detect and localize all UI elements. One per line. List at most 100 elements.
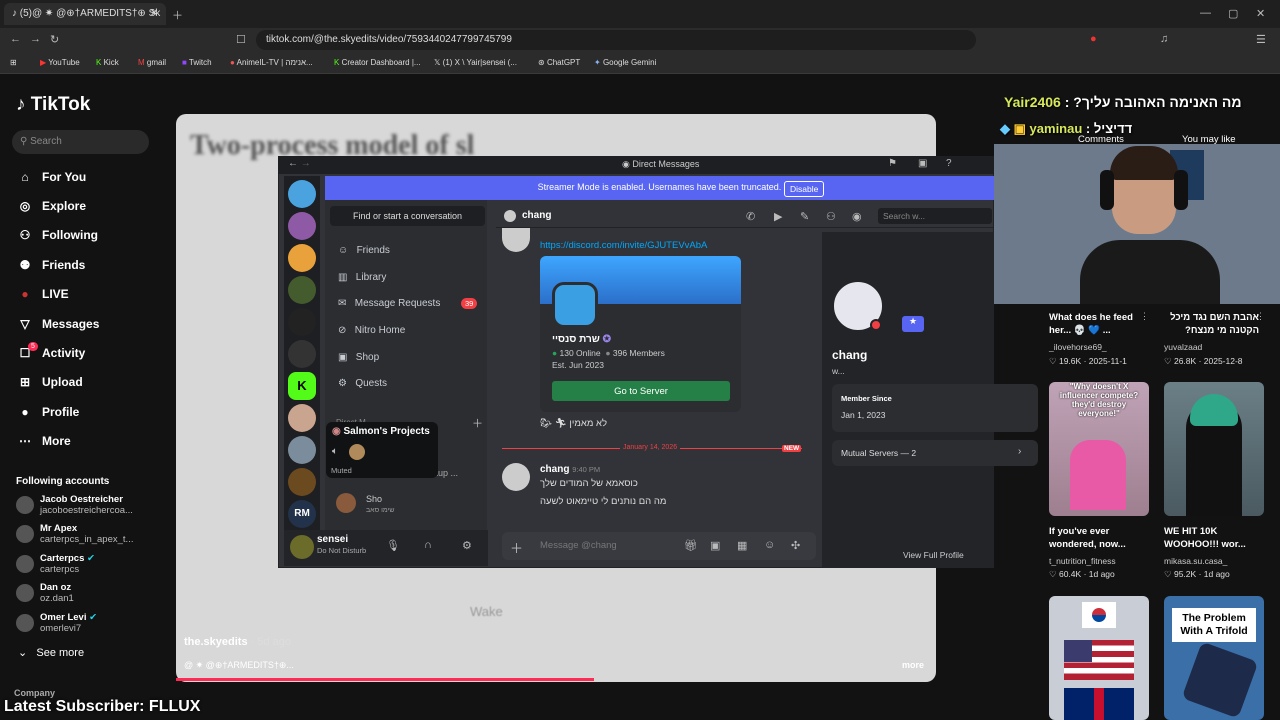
server-icon[interactable] [288, 308, 316, 336]
server-icon[interactable] [288, 180, 316, 208]
server-icon[interactable] [288, 212, 316, 240]
account-item[interactable]: Mr Apex carterpcs_in_apex_t... [16, 523, 133, 545]
nav-activity[interactable]: ☐ Activity [16, 346, 86, 360]
account-item[interactable]: Dan oz oz.dan1 [16, 582, 74, 604]
nav-live[interactable]: ● LIVE [16, 287, 68, 301]
extension-icon[interactable]: ● [1090, 33, 1097, 45]
video-progress[interactable] [176, 678, 594, 681]
new-tab-icon[interactable]: ＋ [172, 7, 183, 23]
window-icon[interactable]: ▣ [918, 158, 927, 169]
dm-quests[interactable]: ⚙ Quests [338, 378, 387, 389]
bookmark-creator[interactable]: K Creator Dashboard |... [334, 58, 421, 67]
go-to-server-button[interactable]: Go to Server [552, 381, 730, 401]
emoji-icon[interactable]: ☺ [764, 539, 775, 551]
minimize-icon[interactable]: — [1200, 7, 1211, 19]
more-options-icon[interactable]: ⋮ [1140, 311, 1149, 322]
maximize-icon[interactable]: ▢ [1228, 7, 1238, 20]
more-options-icon[interactable]: ⋮ [1256, 311, 1265, 322]
help-icon[interactable]: ? [946, 158, 952, 169]
bookmark-twitch[interactable]: ■ Twitch [182, 58, 212, 67]
search-input[interactable]: ⚲ Search [12, 130, 149, 154]
back-icon[interactable]: ← [10, 33, 21, 45]
video-more-button[interactable]: more [902, 660, 924, 670]
headphones-icon[interactable]: ∩ [424, 539, 432, 551]
discord-back-icon[interactable]: ← → [288, 158, 311, 169]
account-item[interactable]: Omer Levi ✔ omerlevi7 [16, 612, 97, 634]
feed-title[interactable]: WE HIT 10K WOOHOO!!! wor... [1164, 525, 1269, 551]
bookmark-youtube[interactable]: ▶ YouTube [40, 58, 80, 67]
disable-streamer-button[interactable]: Disable [784, 181, 825, 197]
gift-icon[interactable]: 🎁︎ [684, 539, 698, 552]
apps-icon[interactable]: ⊞ [10, 58, 17, 67]
add-dm-icon[interactable]: ＋ [472, 415, 483, 431]
media-icon[interactable]: ♫ [1160, 33, 1168, 45]
server-icon[interactable] [288, 468, 316, 496]
sticker-icon[interactable]: ▦ [737, 539, 747, 552]
bookmark-gemini[interactable]: ✦ Google Gemini [594, 58, 656, 67]
server-icon[interactable] [288, 244, 316, 272]
bookmark-animeil[interactable]: ● AnimeIL-TV | אנימה... [230, 58, 313, 67]
feed-user[interactable]: _ilovehorse69_ [1049, 342, 1107, 352]
view-full-profile-link[interactable]: View Full Profile [903, 550, 964, 560]
feed-user[interactable]: mikasa.su.casa_ [1164, 556, 1227, 566]
forward-icon[interactable]: → [30, 33, 41, 45]
attach-icon[interactable]: ＋ [510, 538, 523, 557]
server-icon[interactable] [288, 436, 316, 464]
nav-upload[interactable]: ⊞ Upload [16, 375, 83, 389]
account-item[interactable]: Carterpcs ✔ carterpcs [16, 553, 95, 575]
tiktok-logo[interactable]: ♪ TikTok [16, 94, 90, 116]
bookmark-gmail[interactable]: M gmail [138, 58, 166, 67]
server-icon[interactable] [288, 404, 316, 432]
nav-friends[interactable]: ⚉ Friends [16, 258, 86, 272]
nav-following[interactable]: ⚇ Following [16, 228, 98, 242]
inbox-icon[interactable]: ⚑ [888, 158, 897, 169]
dm-library[interactable]: ▥ Library [338, 272, 386, 283]
call-icon[interactable]: ✆ [746, 210, 755, 223]
nav-profile[interactable]: ● Profile [16, 405, 79, 419]
mic-icon[interactable]: 🎙︎ [386, 539, 400, 552]
feed-user[interactable]: t_nutrition_fitness [1049, 556, 1116, 566]
browser-tab[interactable]: ♪ (5)@ ✷ @⊕†ARMEDITS†⊕ Sk ✕ [4, 3, 166, 25]
gif-icon[interactable]: ▣ [710, 539, 720, 552]
dm-nitro-home[interactable]: ⊘ Nitro Home [338, 325, 405, 336]
nav-more[interactable]: ⋯ More [16, 434, 71, 448]
dm-shop[interactable]: ▣ Shop [338, 352, 379, 363]
nav-messages[interactable]: ▽ Messages [16, 317, 99, 331]
dm-friends[interactable]: ☺ Friends [338, 245, 390, 256]
server-icon[interactable]: RM [288, 500, 316, 528]
company-link[interactable]: Company [14, 688, 55, 698]
server-icon[interactable] [288, 340, 316, 368]
feed-title[interactable]: If you've ever wondered, now... [1049, 525, 1154, 551]
see-more-button[interactable]: ⌄ See more [18, 646, 84, 659]
dm-message-requests[interactable]: ✉ Message Requests [338, 298, 440, 309]
address-bar[interactable]: tiktok.com/@the.skyedits/video/759344024… [256, 30, 976, 50]
reload-icon[interactable]: ↻ [50, 33, 59, 46]
bookmark-x[interactable]: 𝕏 (1) X \ Yair|sensei (... [434, 58, 517, 67]
user-avatar[interactable] [290, 535, 314, 559]
menu-icon[interactable]: ☰ [1256, 33, 1266, 46]
user-name[interactable]: sensei Do Not Disturb [317, 534, 366, 556]
find-conversation-input[interactable]: Find or start a conversation [330, 206, 485, 226]
server-icon[interactable] [288, 276, 316, 304]
video-call-icon[interactable]: ▶ [774, 210, 782, 223]
dm-sho-item[interactable]: Sho שימו סאב [366, 494, 395, 514]
video-author[interactable]: the.skyedits · 5d ago [184, 636, 291, 648]
bookmark-icon[interactable]: ☐ [236, 33, 246, 46]
kick-server-icon[interactable]: K [288, 372, 316, 400]
settings-icon[interactable]: ⚙ [462, 539, 472, 552]
invite-link[interactable]: https://discord.com/invite/GJUTEVvAbA [540, 240, 707, 251]
bookmark-kick[interactable]: K Kick [96, 58, 119, 67]
nav-for-you[interactable]: ⌂ For You [16, 170, 86, 184]
add-friend-icon[interactable]: ⚇ [826, 210, 836, 223]
nav-explore[interactable]: ◎ Explore [16, 199, 86, 213]
feed-user[interactable]: yuvalzaad [1164, 342, 1202, 352]
chat-search-input[interactable]: Search w... [878, 208, 992, 224]
bookmark-chatgpt[interactable]: ⊛ ChatGPT [538, 58, 580, 67]
account-item[interactable]: Jacob Oestreicher jacoboestreichercoa... [16, 494, 133, 516]
close-tab-icon[interactable]: ✕ [150, 8, 158, 19]
profile-icon[interactable]: ◉ [852, 210, 862, 223]
feed-title[interactable]: What does he feed her... 💀 💙 ... [1049, 311, 1154, 337]
close-window-icon[interactable]: ✕ [1256, 7, 1265, 20]
pin-icon[interactable]: ✎ [800, 210, 809, 223]
apps-icon[interactable]: ✣ [791, 539, 800, 552]
